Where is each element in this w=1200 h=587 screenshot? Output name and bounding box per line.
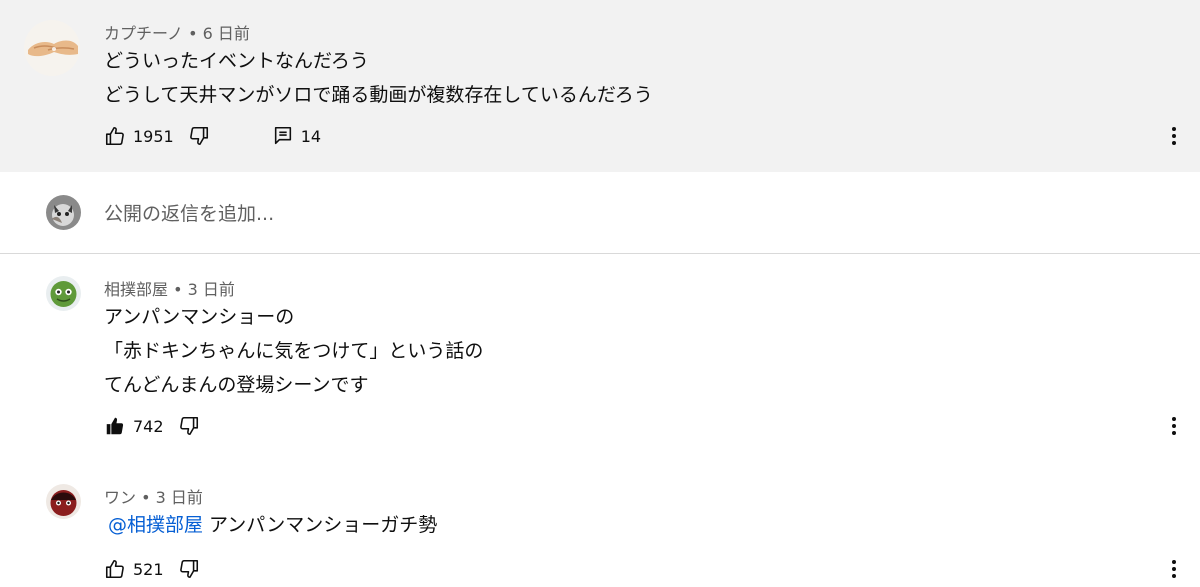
replies-button[interactable]: 14 bbox=[272, 125, 321, 147]
comment-time[interactable]: 3 日前 bbox=[156, 488, 203, 507]
thumbs-down-icon bbox=[189, 126, 208, 146]
like-button[interactable]: 742 bbox=[104, 415, 164, 437]
cat-avatar-icon bbox=[46, 195, 81, 230]
red-character-avatar-icon bbox=[46, 484, 81, 519]
comment-meta: カプチーノ • 6 日前 bbox=[104, 24, 250, 43]
more-options-button[interactable] bbox=[1164, 557, 1184, 581]
comment-meta: ワン • 3 日前 bbox=[104, 488, 203, 507]
author-avatar[interactable] bbox=[24, 20, 80, 76]
comment-actions: 521 bbox=[104, 557, 200, 581]
more-options-button[interactable] bbox=[1164, 124, 1184, 148]
like-count: 1951 bbox=[133, 126, 174, 146]
green-character-avatar-icon bbox=[46, 276, 81, 311]
author-name[interactable]: ワン bbox=[104, 488, 136, 507]
more-options-button[interactable] bbox=[1164, 414, 1184, 438]
comment-thread-highlighted: カプチーノ • 6 日前 どういったイベントなんだろう どうして天井マンがソロで… bbox=[0, 0, 1200, 172]
reply-count: 14 bbox=[300, 126, 322, 146]
comment-bubble-icon bbox=[274, 126, 291, 145]
thumbs-down-icon bbox=[179, 416, 198, 436]
comment-text: アンパンマンショーガチ勢 bbox=[209, 514, 438, 536]
vertical-dots-icon bbox=[1172, 560, 1176, 578]
thumbs-up-icon bbox=[105, 126, 124, 146]
mention-link[interactable]: @相撲部屋 bbox=[108, 514, 203, 536]
current-user-avatar bbox=[46, 195, 81, 230]
dislike-button[interactable] bbox=[178, 415, 200, 437]
reply-input[interactable]: 公開の返信を追加... bbox=[104, 199, 1004, 229]
comment-time[interactable]: 3 日前 bbox=[188, 280, 235, 299]
thumbs-up-filled-icon bbox=[106, 417, 124, 435]
author-avatar[interactable] bbox=[46, 276, 81, 311]
comment-meta: 相撲部屋 • 3 日前 bbox=[104, 280, 235, 299]
like-count: 521 bbox=[133, 559, 164, 579]
reply-box: 公開の返信を追加... bbox=[0, 172, 1200, 254]
comment-text-line: どういったイベントなんだろう bbox=[104, 50, 369, 72]
like-button[interactable]: 521 bbox=[104, 558, 164, 580]
comment-text-line: アンパンマンショーの bbox=[104, 306, 295, 328]
comment-thread: 相撲部屋 • 3 日前 アンパンマンショーの 「赤ドキンちゃんに気をつけて」とい… bbox=[0, 254, 1200, 464]
dislike-button[interactable] bbox=[188, 125, 210, 147]
comment-time[interactable]: 6 日前 bbox=[203, 24, 250, 43]
like-button[interactable]: 1951 bbox=[104, 125, 174, 147]
comment-text-line: @相撲部屋 アンパンマンショーガチ勢 bbox=[108, 510, 437, 537]
comment-thread: ワン • 3 日前 @相撲部屋 アンパンマンショーガチ勢 521 bbox=[0, 464, 1200, 587]
vertical-dots-icon bbox=[1172, 127, 1176, 145]
hands-avatar-icon bbox=[24, 20, 80, 76]
like-count: 742 bbox=[133, 416, 164, 436]
comment-text-line: 「赤ドキンちゃんに気をつけて」という話の bbox=[104, 340, 484, 362]
comment-actions: 1951 14 bbox=[104, 124, 321, 148]
thumbs-down-icon bbox=[179, 559, 198, 579]
comment-text-line: どうして天井マンがソロで踊る動画が複数存在しているんだろう bbox=[104, 84, 653, 106]
vertical-dots-icon bbox=[1172, 417, 1176, 435]
author-name[interactable]: カプチーノ bbox=[104, 24, 183, 43]
author-name[interactable]: 相撲部屋 bbox=[104, 280, 168, 299]
thumbs-up-icon bbox=[105, 559, 124, 579]
author-avatar[interactable] bbox=[46, 484, 81, 519]
dislike-button[interactable] bbox=[178, 558, 200, 580]
comment-actions: 742 bbox=[104, 414, 200, 438]
comment-text-line: てんどんまんの登場シーンです bbox=[104, 374, 369, 396]
